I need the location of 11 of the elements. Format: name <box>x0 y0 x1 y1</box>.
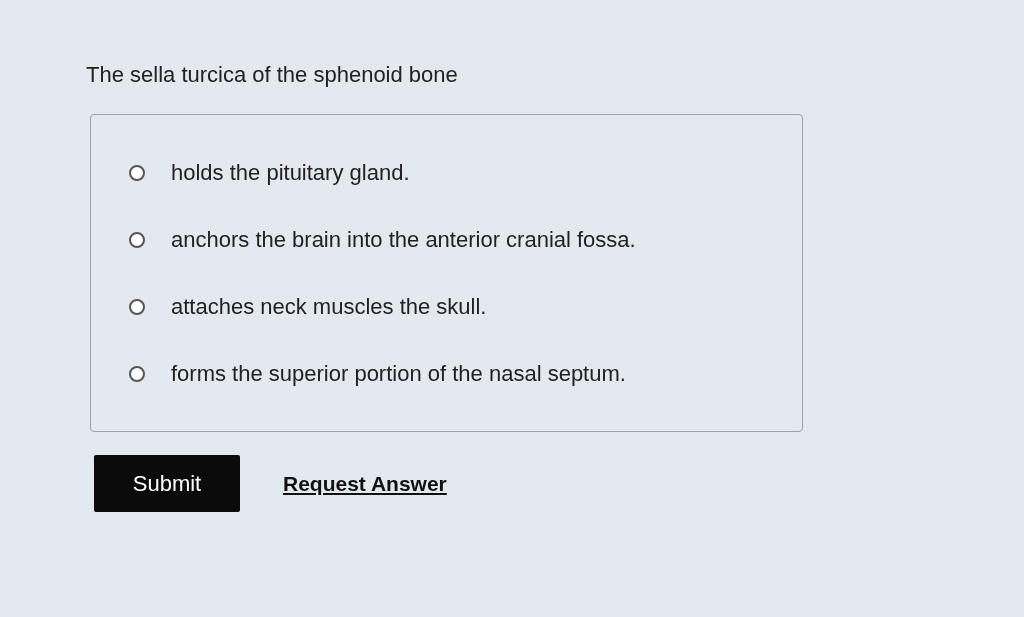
radio-button[interactable] <box>129 164 145 181</box>
radio-button[interactable] <box>129 231 145 248</box>
option-label: holds the pituitary gland. <box>171 159 410 187</box>
request-answer-link[interactable]: Request Answer <box>283 467 447 500</box>
question-text: The sella turcica of the sphenoid bone <box>86 61 459 89</box>
option-label: anchors the brain into the anterior cranial fossa. <box>171 226 636 254</box>
option-label: forms the superior portion of the nasal septum. <box>171 360 626 388</box>
option-label: attaches neck muscles the skull. <box>171 293 487 321</box>
submit-button[interactable]: Submit <box>94 455 240 512</box>
radio-button[interactable] <box>129 298 145 315</box>
radio-button[interactable] <box>129 365 145 382</box>
